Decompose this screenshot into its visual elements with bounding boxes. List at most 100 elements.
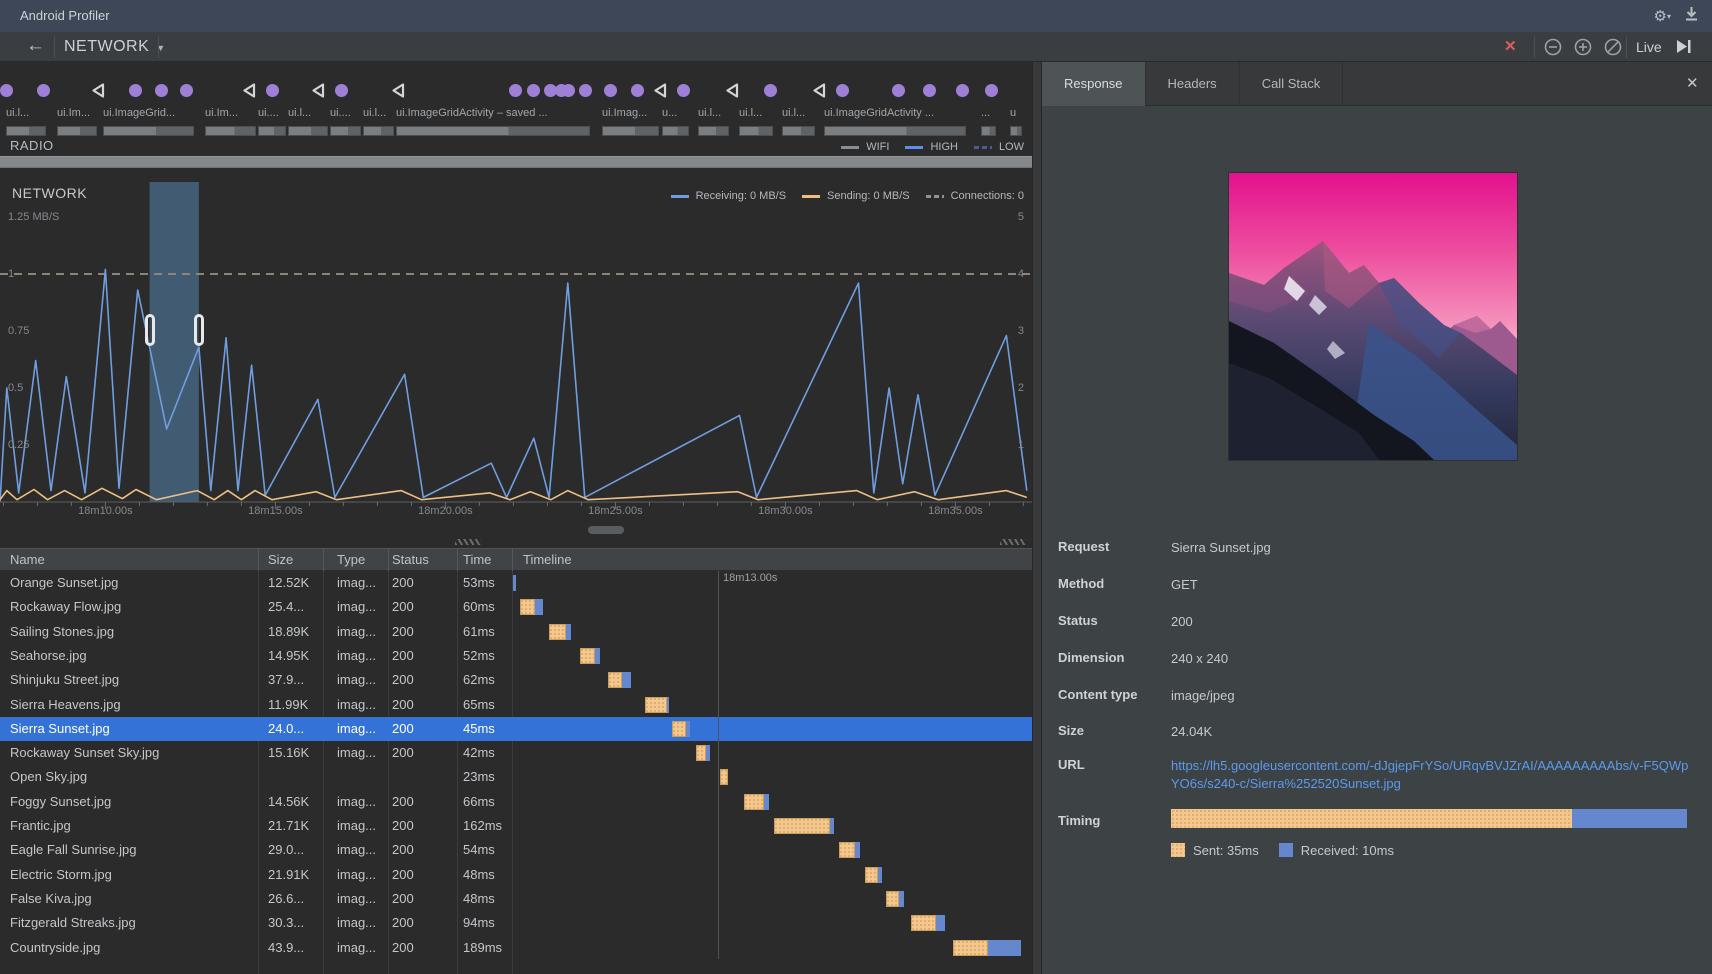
cell-name: Seahorse.jpg <box>10 644 254 668</box>
cell-size: 26.6... <box>268 887 320 911</box>
timeline-bar-received <box>513 575 516 591</box>
cell-name: Frantic.jpg <box>10 814 254 838</box>
table-row[interactable]: Foggy Sunset.jpg14.56Kimag...20066ms <box>0 790 1032 814</box>
cell-size: 12.52K <box>268 571 320 595</box>
field-value-url[interactable]: https://lh5.googleusercontent.com/-dJgje… <box>1171 757 1691 793</box>
timeline-bar-sent <box>520 599 535 615</box>
timeline-bar-sent <box>953 940 988 956</box>
table-row[interactable]: False Kiva.jpg26.6...imag...20048ms <box>0 887 1032 911</box>
panel-divider[interactable] <box>1032 62 1042 974</box>
close-session-button[interactable]: ✕ <box>1504 32 1517 62</box>
timing-legend: Sent: 35ms Received: 10ms <box>1171 843 1394 858</box>
timeline-bar-sent <box>696 745 706 761</box>
column-header-time[interactable]: Time <box>463 549 491 571</box>
table-row[interactable]: Orange Sunset.jpg12.52Kimag...20053ms <box>0 571 1032 595</box>
table-row[interactable]: Sailing Stones.jpg18.89Kimag...20061ms <box>0 620 1032 644</box>
tab-headers[interactable]: Headers <box>1146 62 1240 106</box>
table-row[interactable]: Rockaway Flow.jpg25.4...imag...20060ms <box>0 595 1032 619</box>
column-divider <box>388 548 389 571</box>
timing-sent-segment <box>1171 809 1572 828</box>
table-row[interactable]: Rockaway Sunset Sky.jpg15.16Kimag...2004… <box>0 741 1032 765</box>
timeline-bar-received <box>936 915 945 931</box>
column-header-type[interactable]: Type <box>337 549 365 571</box>
android-profiler-window: Android Profiler ⚙▾ ← NETWORK▼ ✕ Live ui… <box>0 0 1712 974</box>
tab-call-stack[interactable]: Call Stack <box>1240 62 1344 106</box>
table-row[interactable]: Countryside.jpg43.9...imag...200189ms <box>0 936 1032 960</box>
timing-sent-legend: Sent: 35ms <box>1171 843 1259 858</box>
timeline-bar-sent <box>911 915 936 931</box>
timeline-bar-received <box>595 648 600 664</box>
reset-zoom-button[interactable] <box>1604 38 1622 56</box>
column-header-timeline[interactable]: Timeline <box>523 549 572 571</box>
table-row[interactable]: Seahorse.jpg14.95Kimag...20052ms <box>0 644 1032 668</box>
cell-time: 62ms <box>463 668 509 692</box>
cell-name: Sierra Heavens.jpg <box>10 693 254 717</box>
cell-size: 37.9... <box>268 668 320 692</box>
table-row[interactable]: Electric Storm.jpg21.91Kimag...20048ms <box>0 863 1032 887</box>
table-row[interactable]: Fitzgerald Streaks.jpg30.3...imag...2009… <box>0 911 1032 935</box>
column-header-size[interactable]: Size <box>268 549 293 571</box>
zoom-in-button[interactable] <box>1574 38 1592 56</box>
timeline-bar-received <box>764 794 769 810</box>
cell-status: 200 <box>392 595 452 619</box>
connections-table: Name Size Type Status Time TimelineOrange Sun… <box>0 0 1032 974</box>
skip-to-live-icon[interactable] <box>1677 39 1691 54</box>
timeline-marker-label: 18m13.00s <box>723 572 777 584</box>
column-divider <box>457 548 458 571</box>
column-divider <box>258 548 259 571</box>
cell-status: 200 <box>392 620 452 644</box>
cell-time: 52ms <box>463 644 509 668</box>
cell-size: 21.91K <box>268 863 320 887</box>
zoom-out-button[interactable] <box>1544 38 1562 56</box>
table-row[interactable]: Frantic.jpg21.71Kimag...200162ms <box>0 814 1032 838</box>
cell-name: Rockaway Flow.jpg <box>10 595 254 619</box>
settings-gear-icon[interactable]: ⚙▾ <box>1654 7 1671 25</box>
cell-time: 189ms <box>463 936 509 960</box>
timeline-bar-sent <box>865 867 878 883</box>
cell-type: imag... <box>337 620 385 644</box>
cell-status: 200 <box>392 936 452 960</box>
cell-size: 43.9... <box>268 936 320 960</box>
table-row[interactable]: Eagle Fall Sunrise.jpg29.0...imag...2005… <box>0 838 1032 862</box>
sierra-sunset-image <box>1229 173 1517 460</box>
table-row[interactable]: Shinjuku Street.jpg37.9...imag...20062ms <box>0 668 1032 692</box>
timeline-bar-received <box>622 672 631 688</box>
cell-time: 162ms <box>463 814 509 838</box>
cell-status: 200 <box>392 838 452 862</box>
timeline-bar-sent <box>744 794 764 810</box>
cell-size: 15.16K <box>268 741 320 765</box>
timeline-bar-received <box>855 842 860 858</box>
timeline-bar-sent <box>672 721 686 737</box>
timing-label: Timing <box>1058 813 1100 828</box>
timeline-bar-sent <box>886 891 899 907</box>
close-details-button[interactable]: ✕ <box>1686 74 1699 92</box>
cell-name: Countryside.jpg <box>10 936 254 960</box>
timeline-bar-received <box>899 891 904 907</box>
cell-time: 54ms <box>463 838 509 862</box>
cell-type: imag... <box>337 595 385 619</box>
table-row[interactable]: Sierra Sunset.jpg24.0...imag...20045ms <box>0 717 1032 741</box>
sent-swatch-icon <box>1171 843 1185 857</box>
cell-size: 18.89K <box>268 620 320 644</box>
timeline-bar-sent <box>720 769 728 785</box>
tab-response[interactable]: Response <box>1042 62 1146 106</box>
cell-size: 24.0... <box>268 717 320 741</box>
cell-size <box>268 765 320 789</box>
cell-status: 200 <box>392 717 452 741</box>
table-row[interactable]: Sierra Heavens.jpg11.99Kimag...20065ms <box>0 693 1032 717</box>
table-row[interactable]: Open Sky.jpg23ms <box>0 765 1032 789</box>
column-header-name[interactable]: Name <box>10 549 45 571</box>
cell-size: 14.56K <box>268 790 320 814</box>
cell-type: imag... <box>337 644 385 668</box>
cell-status: 200 <box>392 693 452 717</box>
live-button[interactable]: Live <box>1636 32 1662 62</box>
cell-type: imag... <box>337 911 385 935</box>
timeline-gridline <box>718 571 719 959</box>
column-header-status[interactable]: Status <box>392 549 429 571</box>
response-image-preview <box>1229 173 1517 460</box>
timeline-bar-received <box>686 721 690 737</box>
cell-type: imag... <box>337 790 385 814</box>
received-swatch-icon <box>1279 843 1293 857</box>
export-download-icon[interactable] <box>1685 7 1698 26</box>
timeline-bar-sent <box>645 697 667 713</box>
